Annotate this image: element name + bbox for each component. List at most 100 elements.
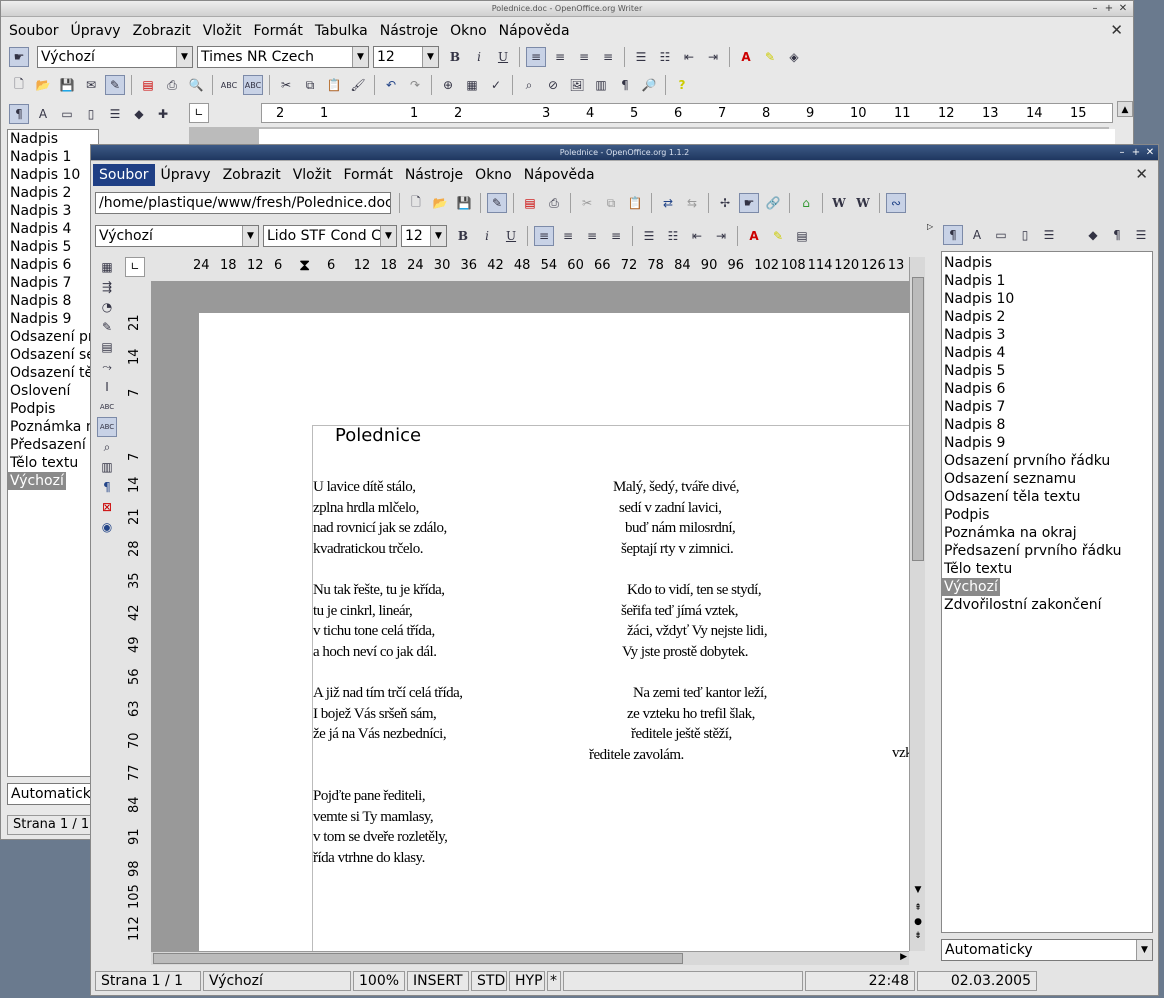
- help-icon[interactable]: ?: [672, 75, 692, 95]
- new-document-icon[interactable]: 🗋: [9, 75, 29, 95]
- menu-zobrazit[interactable]: Zobrazit: [217, 164, 287, 186]
- close-window-icon[interactable]: ✕: [1144, 146, 1156, 159]
- list-item[interactable]: Nadpis 9: [8, 310, 98, 328]
- decrease-indent-icon[interactable]: ⇤: [687, 226, 707, 246]
- stylist-icon[interactable]: ☛: [739, 193, 759, 213]
- gallery-icon[interactable]: 🖼: [567, 75, 587, 95]
- justify-icon[interactable]: ≡: [598, 47, 618, 67]
- character-styles-icon[interactable]: A: [967, 225, 987, 245]
- url-input[interactable]: /home/plastique/www/fresh/Polednice.doc: [95, 192, 391, 214]
- tab-stop-icon[interactable]: ∟: [189, 103, 209, 123]
- indent-marker-icon[interactable]: ⧗: [299, 255, 310, 275]
- insert-object-icon[interactable]: ◔: [97, 297, 117, 317]
- align-center-icon[interactable]: ≡: [550, 47, 570, 67]
- list-item-selected[interactable]: Výchozí: [942, 578, 1000, 596]
- word-alt-icon[interactable]: W: [853, 193, 873, 213]
- document-page[interactable]: Polednice U lavice dítě stálo, zplna hrdl…: [199, 313, 909, 951]
- numbering-icon[interactable]: ☰: [639, 226, 659, 246]
- hyperlink-dialog-icon[interactable]: 🔗: [763, 193, 783, 213]
- new-document-icon[interactable]: 🗋: [406, 193, 426, 213]
- gallery-icon[interactable]: ⌂: [796, 193, 816, 213]
- frame-styles-icon[interactable]: ▭: [57, 104, 77, 124]
- navigation-icon[interactable]: ●: [910, 917, 926, 927]
- list-item[interactable]: Odsazení sez: [8, 346, 102, 364]
- scroll-right-icon[interactable]: ▶: [900, 952, 907, 962]
- menu-napoveda[interactable]: Nápověda: [493, 20, 576, 42]
- print-icon[interactable]: ⎙: [162, 75, 182, 95]
- fill-format-icon[interactable]: ◆: [129, 104, 149, 124]
- online-layout-icon[interactable]: ◉: [97, 517, 117, 537]
- list-item[interactable]: Předsazení pr: [8, 436, 105, 454]
- list-item-selected[interactable]: Výchozí: [8, 472, 66, 490]
- highlight-icon[interactable]: ✎: [768, 226, 788, 246]
- underline-icon[interactable]: U: [493, 47, 513, 67]
- back-window-titlebar[interactable]: Polednice.doc - OpenOffice.org Writer – …: [1, 1, 1133, 17]
- page-preview-icon[interactable]: 🔍: [186, 75, 206, 95]
- export-pdf-icon[interactable]: ▤: [520, 193, 540, 213]
- list-item[interactable]: Odsazení prvního řádku: [942, 452, 1152, 470]
- format-paintbrush-icon[interactable]: 🖌: [348, 75, 368, 95]
- open-icon[interactable]: 📂: [33, 75, 53, 95]
- list-item[interactable]: Nadpis 5: [942, 362, 1152, 380]
- justify-icon[interactable]: ≡: [606, 226, 626, 246]
- copy-icon[interactable]: ⧉: [300, 75, 320, 95]
- menu-tabulka[interactable]: Tabulka: [309, 20, 374, 42]
- italic-icon[interactable]: i: [469, 47, 489, 67]
- align-right-icon[interactable]: ≡: [574, 47, 594, 67]
- zoom-icon[interactable]: 🔎: [639, 75, 659, 95]
- list-item[interactable]: Poznámka na okraj: [942, 524, 1152, 542]
- menu-vlozit[interactable]: Vložit: [287, 164, 338, 186]
- list-item[interactable]: Nadpis 3: [942, 326, 1152, 344]
- menu-nastroje[interactable]: Nástroje: [374, 20, 444, 42]
- minimize-icon[interactable]: –: [1089, 2, 1101, 15]
- insert-icon[interactable]: ▦: [97, 257, 117, 277]
- background-color-icon[interactable]: ▤: [792, 226, 812, 246]
- minimize-icon[interactable]: –: [1116, 146, 1128, 159]
- list-item[interactable]: Oslovení: [8, 382, 98, 400]
- scroll-thumb[interactable]: [153, 953, 683, 964]
- paragraph-style-combo[interactable]: Výchozí ▼: [37, 46, 193, 68]
- email-icon[interactable]: ✉: [81, 75, 101, 95]
- cut-icon[interactable]: ✂: [577, 193, 597, 213]
- menu-vlozit[interactable]: Vložit: [197, 20, 248, 42]
- list-item[interactable]: Podpis: [942, 506, 1152, 524]
- tab-stop-icon[interactable]: ∟: [125, 257, 145, 277]
- list-item[interactable]: Nadpis 9: [942, 434, 1152, 452]
- list-item[interactable]: Nadpis 3: [8, 202, 98, 220]
- list-item[interactable]: Nadpis 8: [942, 416, 1152, 434]
- close-window-icon[interactable]: ✕: [1117, 2, 1129, 15]
- edit-mode-icon[interactable]: ✎: [105, 75, 125, 95]
- list-item[interactable]: Nadpis: [942, 254, 1152, 272]
- stylist-collapse-handle[interactable]: ▷: [927, 221, 937, 271]
- show-draw-icon[interactable]: ✎: [97, 317, 117, 337]
- chevron-down-icon[interactable]: ▼: [242, 226, 258, 246]
- list-item[interactable]: Nadpis 5: [8, 238, 98, 256]
- list-item[interactable]: Zdvořilostní zakončení: [942, 596, 1152, 614]
- data-sources-icon[interactable]: ▥: [591, 75, 611, 95]
- status-insert-mode[interactable]: INSERT: [407, 971, 469, 991]
- menu-format[interactable]: Formát: [337, 164, 398, 186]
- new-style-icon[interactable]: ¶: [1107, 225, 1127, 245]
- align-left-icon[interactable]: ≡: [534, 226, 554, 246]
- list-item[interactable]: Nadpis 1: [942, 272, 1152, 290]
- paragraph-style-combo[interactable]: Výchozí ▼: [95, 225, 259, 247]
- font-color-icon[interactable]: A: [736, 47, 756, 67]
- list-item[interactable]: Nadpis 1: [8, 148, 98, 166]
- list-item[interactable]: Nadpis 6: [942, 380, 1152, 398]
- status-page-style[interactable]: Výchozí: [203, 971, 351, 991]
- undo-icon[interactable]: ⇄: [658, 193, 678, 213]
- align-center-icon[interactable]: ≡: [558, 226, 578, 246]
- formatting-marks-icon[interactable]: ¶: [97, 477, 117, 497]
- menu-upravy[interactable]: Úpravy: [155, 164, 217, 186]
- increase-indent-icon[interactable]: ⇥: [711, 226, 731, 246]
- numbering-icon[interactable]: ☰: [631, 47, 651, 67]
- font-color-icon[interactable]: A: [744, 226, 764, 246]
- list-item[interactable]: Nadpis 7: [942, 398, 1152, 416]
- copy-icon[interactable]: ⧉: [601, 193, 621, 213]
- data-sources-icon[interactable]: ▥: [97, 457, 117, 477]
- status-selection-mode[interactable]: STD: [471, 971, 507, 991]
- highlight-icon[interactable]: ✎: [760, 47, 780, 67]
- menu-okno[interactable]: Okno: [469, 164, 518, 186]
- redo-icon[interactable]: ⇆: [682, 193, 702, 213]
- list-item[interactable]: Nadpis: [8, 130, 98, 148]
